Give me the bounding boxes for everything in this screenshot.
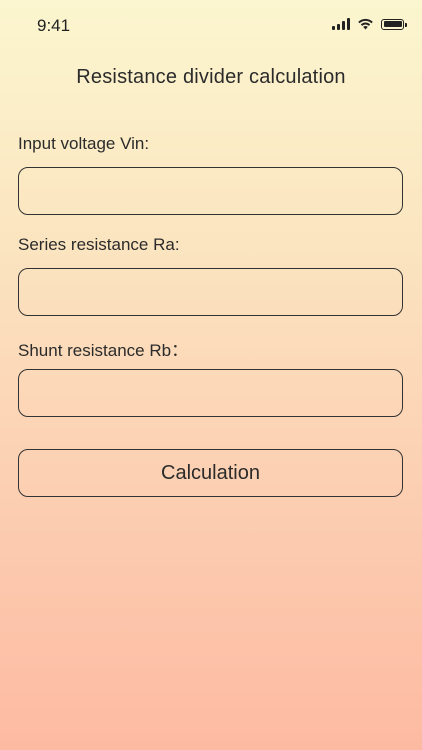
series-resistance-field[interactable] xyxy=(18,268,403,316)
status-icons xyxy=(332,18,407,30)
calculation-button[interactable]: Calculation xyxy=(18,449,403,497)
page-title: Resistance divider calculation xyxy=(76,66,346,88)
series-resistance-label: Series resistance Ra: xyxy=(18,235,180,254)
input-voltage-field[interactable] xyxy=(18,167,403,215)
input-voltage-label: Input voltage Vin: xyxy=(18,134,150,153)
wifi-icon xyxy=(358,18,373,30)
shunt-resistance-label: Shunt resistance Rb： xyxy=(18,341,189,360)
shunt-resistance-field[interactable] xyxy=(18,369,403,417)
status-bar: 9:41 xyxy=(0,0,422,52)
signal-icon xyxy=(332,18,350,30)
battery-icon xyxy=(381,18,407,30)
status-time: 9:41 xyxy=(37,16,71,35)
